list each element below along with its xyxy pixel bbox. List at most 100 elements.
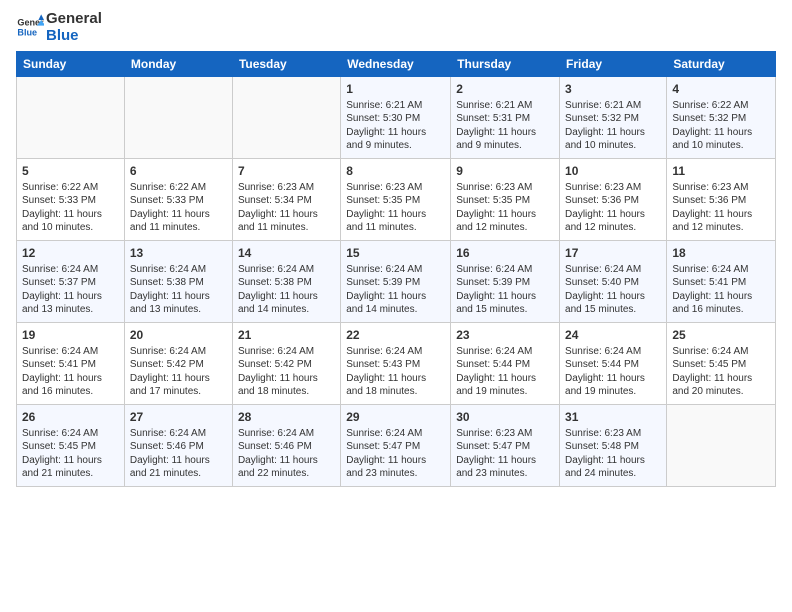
- day-number: 29: [346, 409, 445, 425]
- weekday-header-sunday: Sunday: [17, 51, 125, 76]
- cell-text: Daylight: 11 hours and 19 minutes.: [565, 373, 645, 398]
- cell-text: Sunset: 5:36 PM: [565, 195, 639, 206]
- calendar-cell: 17Sunrise: 6:24 AMSunset: 5:40 PMDayligh…: [560, 240, 667, 322]
- cell-text: Daylight: 11 hours and 19 minutes.: [456, 373, 536, 398]
- logo-blue-text: Blue: [46, 27, 102, 44]
- cell-text: Sunrise: 6:24 AM: [238, 264, 314, 275]
- cell-text: Sunset: 5:31 PM: [456, 113, 530, 124]
- calendar-cell: 3Sunrise: 6:21 AMSunset: 5:32 PMDaylight…: [560, 76, 667, 158]
- cell-text: Sunrise: 6:24 AM: [672, 346, 748, 357]
- calendar-cell: 20Sunrise: 6:24 AMSunset: 5:42 PMDayligh…: [124, 322, 232, 404]
- cell-text: Sunset: 5:39 PM: [456, 277, 530, 288]
- cell-text: Daylight: 11 hours and 14 minutes.: [346, 291, 426, 316]
- weekday-header-friday: Friday: [560, 51, 667, 76]
- cell-text: Sunset: 5:36 PM: [672, 195, 746, 206]
- cell-text: Daylight: 11 hours and 21 minutes.: [130, 455, 210, 480]
- calendar-cell: 15Sunrise: 6:24 AMSunset: 5:39 PMDayligh…: [341, 240, 451, 322]
- cell-text: Sunrise: 6:24 AM: [346, 346, 422, 357]
- day-number: 7: [238, 163, 335, 179]
- day-number: 10: [565, 163, 661, 179]
- page-container: General Blue General Blue SundayMondayTu…: [0, 0, 792, 495]
- day-number: 9: [456, 163, 554, 179]
- calendar-table: SundayMondayTuesdayWednesdayThursdayFrid…: [16, 51, 776, 487]
- day-number: 14: [238, 245, 335, 261]
- cell-text: Sunrise: 6:23 AM: [565, 428, 641, 439]
- calendar-cell: [124, 76, 232, 158]
- calendar-cell: 10Sunrise: 6:23 AMSunset: 5:36 PMDayligh…: [560, 158, 667, 240]
- cell-text: Daylight: 11 hours and 23 minutes.: [456, 455, 536, 480]
- calendar-cell: 24Sunrise: 6:24 AMSunset: 5:44 PMDayligh…: [560, 322, 667, 404]
- cell-text: Daylight: 11 hours and 18 minutes.: [346, 373, 426, 398]
- cell-text: Sunset: 5:32 PM: [565, 113, 639, 124]
- cell-text: Sunset: 5:46 PM: [130, 441, 204, 452]
- cell-text: Daylight: 11 hours and 9 minutes.: [346, 127, 426, 152]
- day-number: 17: [565, 245, 661, 261]
- cell-text: Sunrise: 6:23 AM: [346, 182, 422, 193]
- cell-text: Daylight: 11 hours and 12 minutes.: [565, 209, 645, 234]
- cell-text: Sunrise: 6:24 AM: [130, 264, 206, 275]
- day-number: 30: [456, 409, 554, 425]
- day-number: 19: [22, 327, 119, 343]
- cell-text: Daylight: 11 hours and 11 minutes.: [130, 209, 210, 234]
- cell-text: Sunset: 5:33 PM: [22, 195, 96, 206]
- cell-text: Sunrise: 6:24 AM: [456, 264, 532, 275]
- calendar-cell: 16Sunrise: 6:24 AMSunset: 5:39 PMDayligh…: [451, 240, 560, 322]
- cell-text: Daylight: 11 hours and 11 minutes.: [238, 209, 318, 234]
- cell-text: Daylight: 11 hours and 16 minutes.: [672, 291, 752, 316]
- cell-text: Daylight: 11 hours and 20 minutes.: [672, 373, 752, 398]
- calendar-cell: 8Sunrise: 6:23 AMSunset: 5:35 PMDaylight…: [341, 158, 451, 240]
- cell-text: Sunset: 5:33 PM: [130, 195, 204, 206]
- cell-text: Sunset: 5:42 PM: [238, 359, 312, 370]
- calendar-cell: 1Sunrise: 6:21 AMSunset: 5:30 PMDaylight…: [341, 76, 451, 158]
- calendar-cell: 30 Sunrise: 6:23 AM Sunset: 5:47 PM Dayligh…: [451, 404, 560, 486]
- calendar-cell: 26Sunrise: 6:24 AMSunset: 5:45 PMDayligh…: [17, 404, 125, 486]
- day-number: 22: [346, 327, 445, 343]
- cell-text: Sunrise: 6:22 AM: [672, 100, 748, 111]
- cell-text: Sunrise: 6:24 AM: [565, 346, 641, 357]
- cell-text: Daylight: 11 hours and 11 minutes.: [346, 209, 426, 234]
- calendar-cell: 18Sunrise: 6:24 AMSunset: 5:41 PMDayligh…: [667, 240, 776, 322]
- calendar-cell: [17, 76, 125, 158]
- calendar-body: 1Sunrise: 6:21 AMSunset: 5:30 PMDaylight…: [17, 76, 776, 486]
- logo-general-text: General: [46, 10, 102, 27]
- cell-text: Sunrise: 6:24 AM: [22, 346, 98, 357]
- day-number: 25: [672, 327, 770, 343]
- day-number: 4: [672, 81, 770, 97]
- cell-text: Sunset: 5:45 PM: [22, 441, 96, 452]
- weekday-header-wednesday: Wednesday: [341, 51, 451, 76]
- day-number: 18: [672, 245, 770, 261]
- cell-text: Sunrise: 6:24 AM: [456, 346, 532, 357]
- logo: General Blue General Blue: [16, 10, 102, 45]
- cell-text: Sunrise: 6:24 AM: [238, 346, 314, 357]
- logo-icon: General Blue: [16, 13, 44, 41]
- calendar-cell: 6Sunrise: 6:22 AMSunset: 5:33 PMDaylight…: [124, 158, 232, 240]
- cell-text: Sunset: 5:40 PM: [565, 277, 639, 288]
- calendar-cell: 31Sunrise: 6:23 AMSunset: 5:48 PMDayligh…: [560, 404, 667, 486]
- day-number: 26: [22, 409, 119, 425]
- cell-text: Sunset: 5:41 PM: [22, 359, 96, 370]
- cell-text: Daylight: 11 hours and 21 minutes.: [22, 455, 102, 480]
- cell-text: Sunset: 5:37 PM: [22, 277, 96, 288]
- calendar-cell: 23Sunrise: 6:24 AMSunset: 5:44 PMDayligh…: [451, 322, 560, 404]
- cell-text: Sunrise: 6:23 AM: [456, 428, 532, 439]
- cell-text: Sunrise: 6:24 AM: [672, 264, 748, 275]
- calendar-cell: 4Sunrise: 6:22 AMSunset: 5:32 PMDaylight…: [667, 76, 776, 158]
- cell-text: Sunrise: 6:22 AM: [130, 182, 206, 193]
- day-number: 15: [346, 245, 445, 261]
- cell-text: Sunrise: 6:24 AM: [346, 428, 422, 439]
- cell-text: Sunset: 5:48 PM: [565, 441, 639, 452]
- day-number: 2: [456, 81, 554, 97]
- cell-text: Sunrise: 6:24 AM: [238, 428, 314, 439]
- cell-text: Sunset: 5:44 PM: [456, 359, 530, 370]
- cell-text: Daylight: 11 hours and 23 minutes.: [346, 455, 426, 480]
- cell-text: Sunset: 5:47 PM: [456, 441, 530, 452]
- cell-text: Sunrise: 6:24 AM: [130, 428, 206, 439]
- calendar-cell: [667, 404, 776, 486]
- cell-text: Daylight: 11 hours and 24 minutes.: [565, 455, 645, 480]
- day-number: 8: [346, 163, 445, 179]
- cell-text: Sunrise: 6:22 AM: [22, 182, 98, 193]
- cell-text: Daylight: 11 hours and 10 minutes.: [22, 209, 102, 234]
- cell-text: Sunrise: 6:21 AM: [565, 100, 641, 111]
- cell-text: Sunset: 5:47 PM: [346, 441, 420, 452]
- cell-text: Sunset: 5:38 PM: [238, 277, 312, 288]
